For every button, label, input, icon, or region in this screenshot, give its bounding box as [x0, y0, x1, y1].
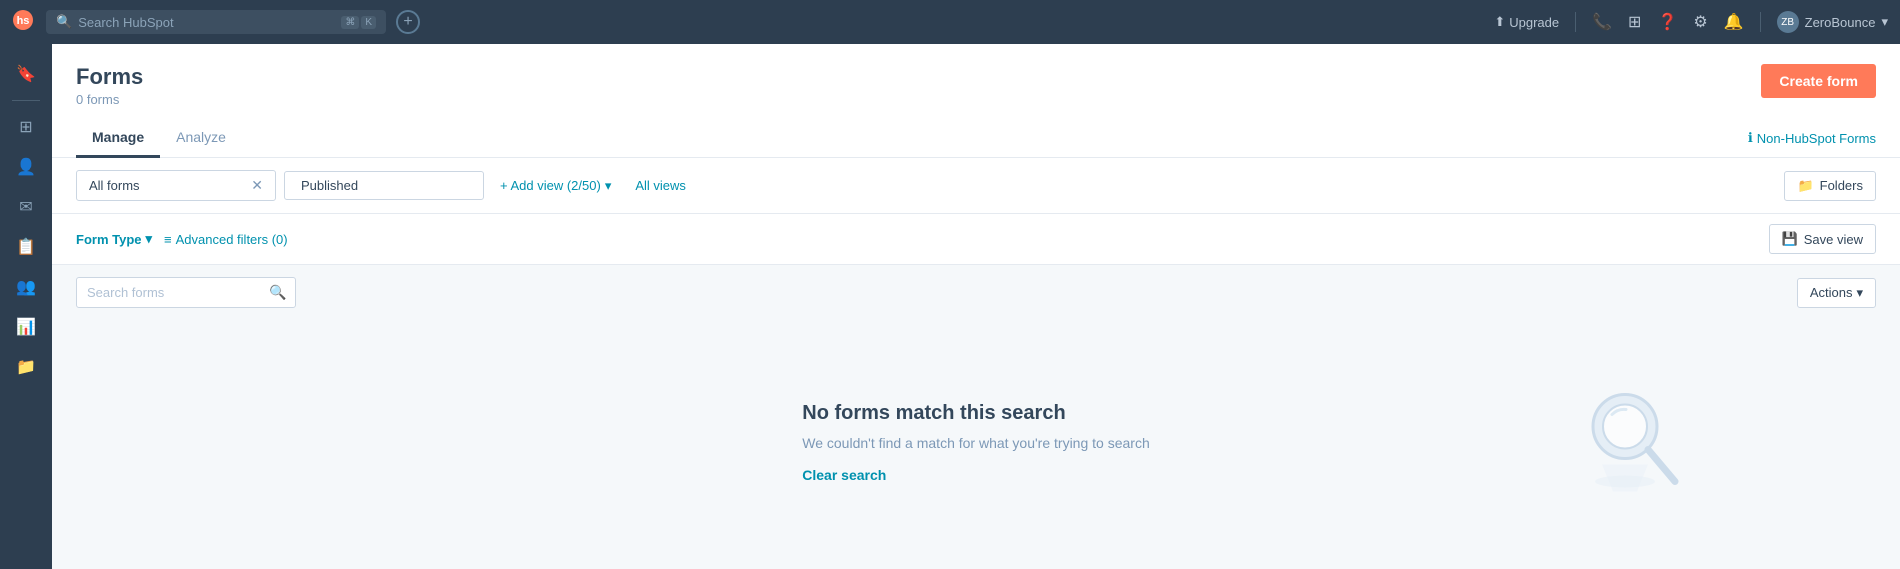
filter-row-2: Form Type ▾ ≡ Advanced filters (0) 💾 Sav… [52, 214, 1900, 265]
add-button[interactable]: + [396, 10, 420, 34]
save-icon: 💾 [1782, 231, 1798, 247]
create-form-button[interactable]: Create form [1761, 64, 1876, 98]
help-icon[interactable]: ❓ [1657, 12, 1677, 32]
tab-analyze[interactable]: Analyze [160, 119, 242, 158]
upgrade-icon: ⬆ [1494, 14, 1505, 30]
empty-content: No forms match this search We couldn't f… [802, 402, 1149, 483]
tabs-row: Manage Analyze ℹ Non-HubSpot Forms [52, 119, 1900, 158]
empty-illustration [1570, 376, 1700, 509]
global-search-bar[interactable]: 🔍 ⌘ K [46, 10, 386, 34]
search-forms-input-wrap[interactable]: 🔍 [76, 277, 296, 308]
grid-icon[interactable]: ⊞ [1628, 12, 1641, 32]
topnav: hs 🔍 ⌘ K + ⬆ Upgrade 📞 ⊞ ❓ ⚙ 🔔 ZB ZeroBo… [0, 0, 1900, 44]
page-header: Forms 0 forms Create form [52, 44, 1900, 107]
actions-button[interactable]: Actions ▾ [1797, 278, 1876, 308]
chevron-down-icon-3: ▾ [146, 231, 153, 247]
chevron-down-icon: ▾ [1881, 14, 1888, 30]
user-menu[interactable]: ZB ZeroBounce ▾ [1777, 11, 1888, 33]
advanced-filters-button[interactable]: ≡ Advanced filters (0) [164, 232, 288, 247]
page-subtitle: 0 forms [76, 92, 143, 107]
main-content: Forms 0 forms Create form Manage Analyze… [52, 44, 1900, 569]
all-forms-label: All forms [89, 178, 140, 193]
empty-title: No forms match this search [802, 402, 1149, 425]
keyboard-shortcut: ⌘ K [341, 16, 376, 29]
chevron-down-icon-4: ▾ [1856, 285, 1863, 301]
filter-lines-icon: ≡ [164, 232, 172, 247]
sidebar-item-reports[interactable]: 📋 [8, 229, 44, 265]
non-hubspot-forms-link[interactable]: ℹ Non-HubSpot Forms [1748, 130, 1876, 146]
sidebar-item-chart[interactable]: 📊 [8, 309, 44, 345]
save-view-button[interactable]: 💾 Save view [1769, 224, 1876, 254]
sidebar-divider [12, 100, 40, 101]
filter-bar: All forms ✕ Published + Add view (2/50) … [52, 158, 1900, 214]
upgrade-button[interactable]: ⬆ Upgrade [1494, 14, 1559, 30]
sidebar: 🔖 ⊞ 👤 ✉ 📋 👥 📊 📁 [0, 44, 52, 569]
sidebar-item-bookmark[interactable]: 🔖 [8, 56, 44, 92]
empty-state: No forms match this search We couldn't f… [52, 316, 1900, 569]
svg-text:hs: hs [17, 15, 30, 27]
empty-subtitle: We couldn't find a match for what you're… [802, 435, 1149, 451]
search-input[interactable] [78, 15, 335, 30]
tab-manage[interactable]: Manage [76, 119, 160, 158]
app-layout: 🔖 ⊞ 👤 ✉ 📋 👥 📊 📁 Forms 0 forms Create for… [0, 44, 1900, 569]
folder-icon-2: 📁 [1797, 178, 1813, 194]
all-views-button[interactable]: All views [627, 172, 694, 199]
topnav-actions: ⬆ Upgrade 📞 ⊞ ❓ ⚙ 🔔 ZB ZeroBounce ▾ [1494, 11, 1888, 33]
search-forms-input[interactable] [87, 285, 263, 300]
avatar: ZB [1777, 11, 1799, 33]
notifications-icon[interactable]: 🔔 [1724, 12, 1744, 32]
info-icon: ℹ [1748, 130, 1753, 146]
filter-controls: Form Type ▾ ≡ Advanced filters (0) [76, 231, 288, 247]
all-forms-filter[interactable]: All forms ✕ [76, 170, 276, 201]
chevron-down-icon-2: ▾ [605, 178, 612, 194]
nav-divider [1575, 12, 1576, 32]
clear-search-link[interactable]: Clear search [802, 467, 1149, 483]
sidebar-item-mail[interactable]: ✉ [8, 189, 44, 225]
sidebar-item-dashboard[interactable]: ⊞ [8, 109, 44, 145]
user-name: ZeroBounce [1805, 15, 1876, 30]
phone-icon[interactable]: 📞 [1592, 12, 1612, 32]
folders-button[interactable]: 📁 Folders [1784, 171, 1876, 201]
form-type-button[interactable]: Form Type ▾ [76, 231, 152, 247]
hubspot-logo-icon: hs [12, 9, 34, 36]
sidebar-item-contacts[interactable]: 👤 [8, 149, 44, 185]
clear-all-forms-icon[interactable]: ✕ [251, 177, 263, 194]
settings-icon[interactable]: ⚙ [1693, 12, 1707, 32]
search-area: 🔍 Actions ▾ [52, 265, 1900, 316]
search-forms-icon: 🔍 [269, 284, 286, 301]
nav-divider-2 [1760, 12, 1761, 32]
sidebar-item-team[interactable]: 👥 [8, 269, 44, 305]
search-icon: 🔍 [56, 14, 72, 30]
tabs: Manage Analyze [76, 119, 242, 157]
published-filter[interactable]: Published [284, 171, 484, 200]
add-view-button[interactable]: + Add view (2/50) ▾ [492, 172, 619, 200]
page-heading: Forms 0 forms [76, 64, 143, 107]
page-title: Forms [76, 64, 143, 90]
sidebar-item-folder[interactable]: 📁 [8, 349, 44, 385]
